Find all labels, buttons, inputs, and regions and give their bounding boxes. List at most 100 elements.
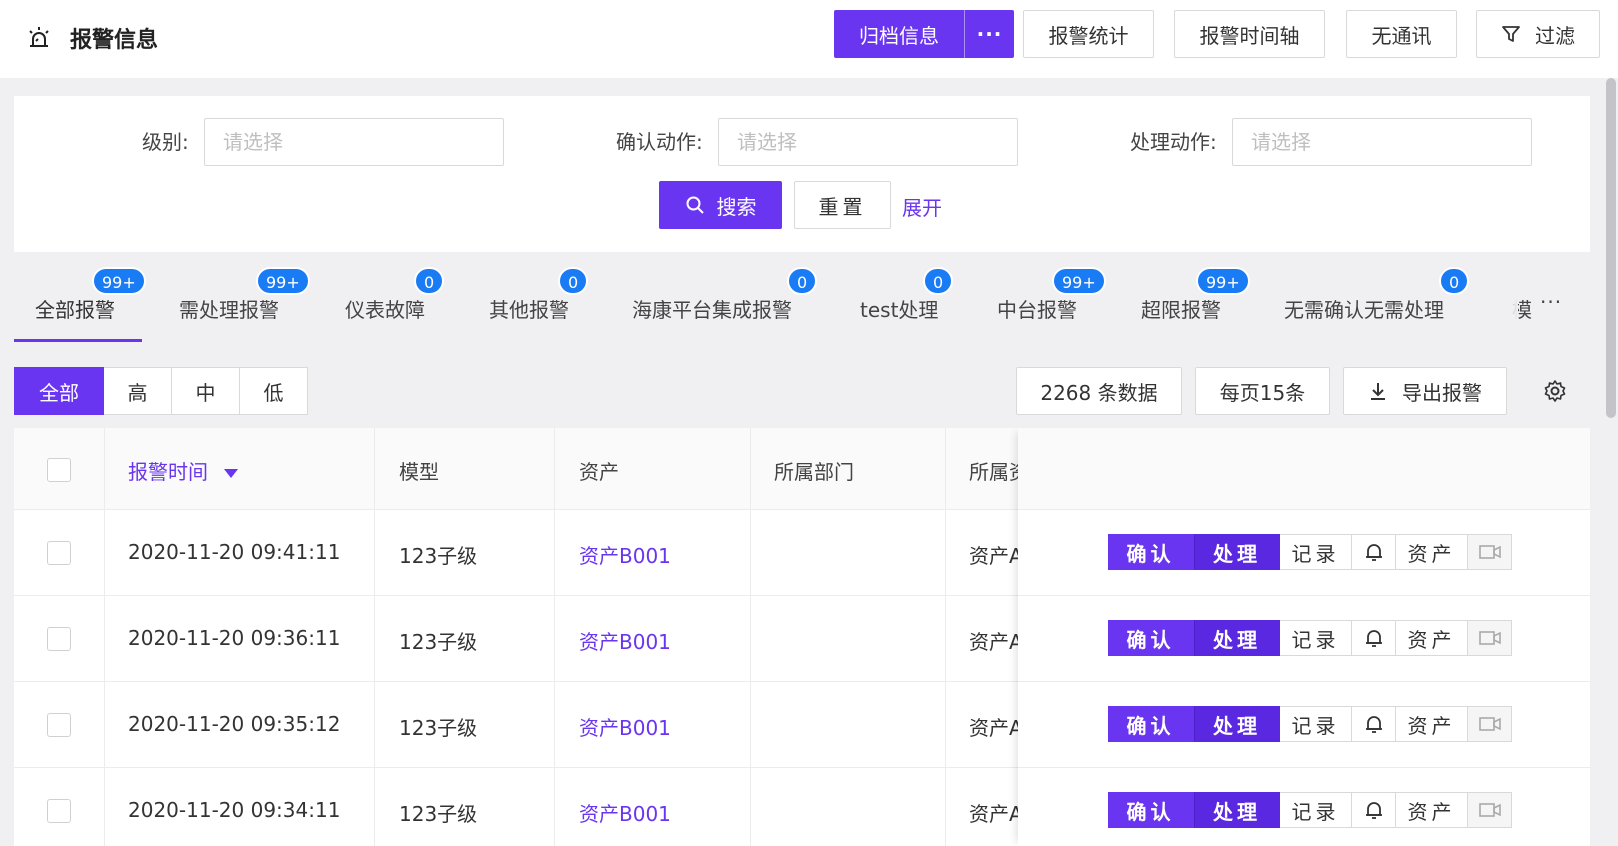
- archive-button[interactable]: 归档信息: [834, 10, 965, 58]
- tab-badge: 99+: [1196, 267, 1250, 295]
- record-button[interactable]: 记录: [1280, 534, 1352, 570]
- archive-more-button[interactable]: ···: [965, 10, 1014, 58]
- level-low-option[interactable]: 低: [240, 367, 308, 415]
- bell-button[interactable]: [1352, 706, 1396, 742]
- tab-test-handling[interactable]: test处理: [860, 294, 938, 323]
- column-header-alarm-time[interactable]: 报警时间: [128, 456, 239, 485]
- asset-link[interactable]: 资产B001: [579, 712, 671, 741]
- video-button[interactable]: [1468, 534, 1512, 570]
- tab-middle-platform[interactable]: 中台报警: [997, 294, 1077, 323]
- record-button[interactable]: 记录: [1280, 706, 1352, 742]
- tab-instrument-fault[interactable]: 仪表故障: [345, 294, 425, 323]
- owning-asset-cell: 资产A: [969, 630, 1023, 654]
- row-actions: 确认 处理 记录 资产: [1018, 510, 1590, 596]
- asset-link[interactable]: 资产B001: [579, 626, 671, 655]
- level-high-option[interactable]: 高: [104, 367, 172, 415]
- record-button[interactable]: 记录: [1280, 792, 1352, 828]
- alarm-time-cell: 2020-11-20 09:41:11: [128, 540, 341, 564]
- asset-button[interactable]: 资产: [1396, 792, 1468, 828]
- model-cell: 123子级: [399, 630, 478, 654]
- alarm-stats-button[interactable]: 报警统计: [1023, 10, 1154, 58]
- confirm-action-select[interactable]: [718, 118, 1018, 166]
- reset-button[interactable]: 重置: [794, 181, 891, 229]
- sort-desc-icon: [224, 468, 239, 479]
- handle-button[interactable]: 处理: [1194, 792, 1280, 828]
- row-checkbox[interactable]: [47, 713, 71, 737]
- record-count: 2268 条数据: [1016, 367, 1182, 415]
- confirm-button[interactable]: 确认: [1108, 706, 1194, 742]
- confirm-button[interactable]: 确认: [1108, 534, 1194, 570]
- filter-label: 过滤: [1535, 23, 1575, 48]
- no-communication-button[interactable]: 无通讯: [1346, 10, 1457, 58]
- row-actions: 确认 处理 记录 资产: [1018, 596, 1590, 682]
- bell-button[interactable]: [1352, 792, 1396, 828]
- tab-hikvision-alarms[interactable]: 海康平台集成报警: [632, 294, 792, 323]
- row-action-group: 确认 处理 记录 资产: [1108, 706, 1512, 742]
- tab-badge: 0: [1439, 267, 1470, 295]
- bell-icon: [1365, 800, 1383, 820]
- model-cell: 123子级: [399, 716, 478, 740]
- row-checkbox[interactable]: [47, 799, 71, 823]
- alarm-timeline-button[interactable]: 报警时间轴: [1174, 10, 1325, 58]
- level-segmented-control: 全部 高 中 低: [14, 367, 308, 415]
- column-header-asset[interactable]: 资产: [579, 456, 619, 485]
- archive-button-group[interactable]: 归档信息 ···: [834, 10, 1014, 58]
- confirm-button[interactable]: 确认: [1108, 620, 1194, 656]
- page-size-select[interactable]: 每页15条: [1195, 367, 1330, 415]
- tab-no-confirm-no-handle[interactable]: 无需确认无需处理: [1284, 294, 1444, 323]
- export-label: 导出报警: [1402, 380, 1482, 405]
- filter-icon: [1501, 24, 1521, 44]
- filter-button[interactable]: 过滤: [1476, 10, 1600, 58]
- video-camera-icon: [1478, 716, 1501, 732]
- handle-action-select[interactable]: [1232, 118, 1532, 166]
- actions-header: [1018, 428, 1590, 510]
- gear-icon[interactable]: [1543, 379, 1567, 403]
- asset-button[interactable]: 资产: [1396, 534, 1468, 570]
- tab-over-limit[interactable]: 超限报警: [1141, 294, 1221, 323]
- search-button[interactable]: 搜索: [659, 181, 782, 229]
- tabs-fade: [1488, 266, 1518, 342]
- level-medium-option[interactable]: 中: [172, 367, 240, 415]
- row-actions: 确认 处理 记录 资产: [1018, 768, 1590, 846]
- video-button[interactable]: [1468, 792, 1512, 828]
- tab-needs-handling[interactable]: 需处理报警: [179, 294, 279, 323]
- bell-icon: [1365, 714, 1383, 734]
- select-all-checkbox[interactable]: [47, 458, 71, 482]
- level-all-option[interactable]: 全部: [14, 367, 104, 415]
- expand-link[interactable]: 展开: [902, 192, 942, 221]
- alarm-table: 报警时间 模型 资产 所属部门 所属资 2020-11-20 09:41:11 …: [14, 428, 1590, 846]
- confirm-button[interactable]: 确认: [1108, 792, 1194, 828]
- column-header-department[interactable]: 所属部门: [774, 456, 854, 485]
- model-cell: 123子级: [399, 802, 478, 826]
- handle-button[interactable]: 处理: [1194, 706, 1280, 742]
- search-label: 搜索: [716, 194, 757, 219]
- row-checkbox[interactable]: [47, 627, 71, 651]
- asset-link[interactable]: 资产B001: [579, 798, 671, 827]
- video-button[interactable]: [1468, 706, 1512, 742]
- record-button[interactable]: 记录: [1280, 620, 1352, 656]
- video-camera-icon: [1478, 802, 1501, 818]
- tab-other-alarms[interactable]: 其他报警: [489, 294, 569, 323]
- video-camera-icon: [1478, 544, 1501, 560]
- handle-button[interactable]: 处理: [1194, 534, 1280, 570]
- bell-icon: [1365, 628, 1383, 648]
- video-button[interactable]: [1468, 620, 1512, 656]
- column-header-model[interactable]: 模型: [399, 456, 439, 485]
- asset-button[interactable]: 资产: [1396, 620, 1468, 656]
- page-scrollbar-thumb[interactable]: [1606, 78, 1616, 418]
- bell-button[interactable]: [1352, 534, 1396, 570]
- owning-asset-cell: 资产A: [969, 802, 1023, 826]
- level-select[interactable]: [204, 118, 504, 166]
- bell-button[interactable]: [1352, 620, 1396, 656]
- asset-link[interactable]: 资产B001: [579, 540, 671, 569]
- tabs-more-button[interactable]: ···: [1540, 290, 1562, 314]
- row-checkbox[interactable]: [47, 541, 71, 565]
- handle-button[interactable]: 处理: [1194, 620, 1280, 656]
- alarm-time-cell: 2020-11-20 09:35:12: [128, 712, 341, 736]
- column-header-label: 报警时间: [128, 460, 208, 484]
- export-alarms-button[interactable]: 导出报警: [1343, 367, 1507, 415]
- header-title-group: 报警信息: [26, 18, 158, 58]
- asset-button[interactable]: 资产: [1396, 706, 1468, 742]
- tab-all-alarms[interactable]: 全部报警: [35, 294, 115, 323]
- download-icon: [1368, 381, 1388, 401]
